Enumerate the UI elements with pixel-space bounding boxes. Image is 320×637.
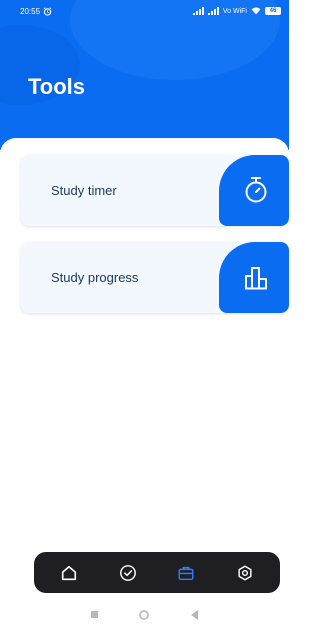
study-progress-badge [219,242,289,313]
nav-home[interactable] [54,558,84,588]
back-button[interactable] [191,609,199,620]
signal-icon [207,7,219,15]
study-progress-card[interactable]: Study progress [21,242,289,313]
study-timer-card[interactable]: Study timer [21,155,289,226]
study-timer-label: Study timer [51,183,117,198]
home-icon [62,565,77,580]
stopwatch-icon [245,177,267,203]
header: 20:55 Vo WiFi 46 Tools [0,0,289,150]
toolbox-icon [178,566,194,580]
status-bar: 20:55 Vo WiFi 46 [0,0,289,22]
bottom-nav [34,552,280,593]
network-label: Vo WiFi [222,7,247,15]
bar-chart-icon [245,267,267,290]
nav-tools[interactable] [171,558,201,588]
battery-icon: 46 [265,7,281,15]
nav-settings[interactable] [230,558,260,588]
study-timer-badge [219,155,289,226]
check-circle-icon [119,564,136,581]
page-title: Tools [28,74,86,99]
status-time: 20:55 [20,6,41,16]
settings-icon [238,565,252,580]
wifi-icon [251,7,261,15]
signal-icon [192,7,204,15]
study-progress-label: Study progress [51,270,139,285]
nav-tasks[interactable] [113,558,143,588]
system-nav-bar [0,592,289,637]
alarm-icon [43,6,52,16]
recents-button[interactable] [90,611,98,618]
home-button[interactable] [139,609,150,620]
